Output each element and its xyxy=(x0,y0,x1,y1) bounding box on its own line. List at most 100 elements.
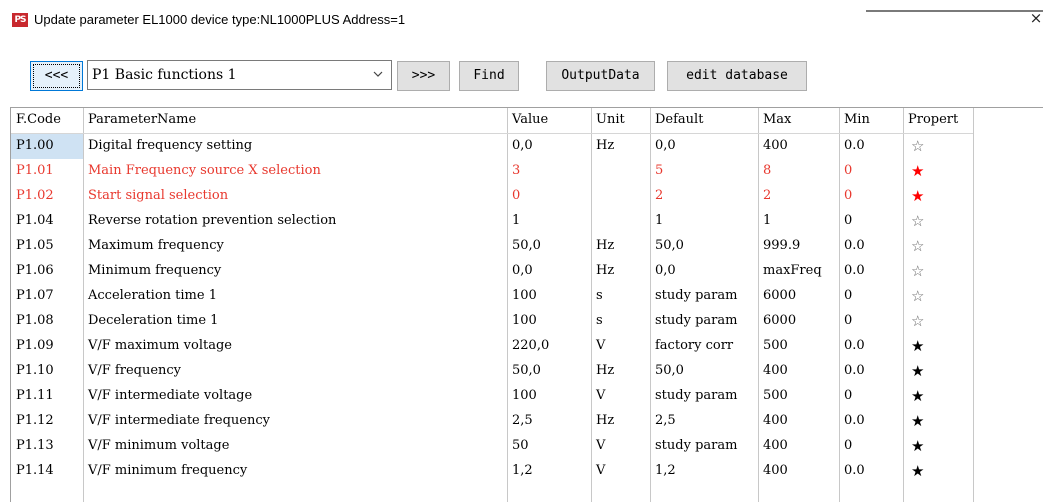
parameter-name-cell[interactable]: V/F maximum voltage xyxy=(83,334,507,359)
table-row[interactable]: P1.09 V/F maximum voltage 220,0 Vfactory co… xyxy=(11,334,1043,359)
default-cell[interactable]: 50,0 xyxy=(650,359,758,384)
parameter-name-cell[interactable]: Reverse rotation prevention selection xyxy=(83,209,507,234)
unit-cell[interactable] xyxy=(591,209,650,234)
unit-cell[interactable] xyxy=(591,184,650,209)
table-row[interactable]: P1.13 V/F minimum voltage 50 Vstudy param 40… xyxy=(11,434,1043,459)
fcode-cell[interactable]: P1.10 xyxy=(11,359,83,384)
star-outline-icon[interactable]: ☆ xyxy=(903,284,973,309)
star-outline-icon[interactable]: ☆ xyxy=(903,209,973,234)
table-row[interactable]: P1.12 V/F intermediate frequency 2,5 Hz 2,5 4… xyxy=(11,409,1043,434)
unit-cell[interactable]: Hz xyxy=(591,234,650,259)
default-cell[interactable]: 0,0 xyxy=(650,134,758,159)
max-cell[interactable]: 400 xyxy=(758,409,839,434)
edit-database-button[interactable]: edit database xyxy=(667,61,807,91)
unit-cell[interactable]: s xyxy=(591,284,650,309)
chevron-down-icon[interactable] xyxy=(373,66,383,85)
min-cell[interactable]: 0.0 xyxy=(839,409,903,434)
value-cell[interactable]: 2,5 xyxy=(507,409,591,434)
value-cell[interactable]: 50,0 xyxy=(507,234,591,259)
fcode-cell[interactable]: P1.01 xyxy=(11,159,83,184)
min-cell[interactable]: 0.0 xyxy=(839,359,903,384)
parameter-table[interactable]: F.Code ParameterName Value Unit Default … xyxy=(10,107,1043,502)
default-cell[interactable]: 5 xyxy=(650,159,758,184)
value-cell[interactable]: 100 xyxy=(507,284,591,309)
unit-cell[interactable]: Hz xyxy=(591,359,650,384)
parameter-name-cell[interactable]: Maximum frequency xyxy=(83,234,507,259)
header-max[interactable]: Max xyxy=(758,108,839,133)
header-fcode[interactable]: F.Code xyxy=(11,108,83,133)
default-cell[interactable]: study param xyxy=(650,384,758,409)
fcode-cell[interactable]: P1.06 xyxy=(11,259,83,284)
default-cell[interactable]: 2 xyxy=(650,184,758,209)
header-value[interactable]: Value xyxy=(507,108,591,133)
value-cell[interactable]: 100 xyxy=(507,384,591,409)
table-row[interactable]: P1.10 V/F frequency 50,0 Hz 50,0 400 0.0 ★ xyxy=(11,359,1043,384)
fcode-cell[interactable]: P1.09 xyxy=(11,334,83,359)
min-cell[interactable]: 0.0 xyxy=(839,259,903,284)
min-cell[interactable]: 0 xyxy=(839,309,903,334)
star-solid-icon[interactable]: ★ xyxy=(903,359,973,384)
default-cell[interactable]: study param xyxy=(650,284,758,309)
max-cell[interactable]: maxFreq xyxy=(758,259,839,284)
table-row[interactable]: P1.04 Reverse rotation prevention selecti… xyxy=(11,209,1043,234)
fcode-cell[interactable]: P1.05 xyxy=(11,234,83,259)
fcode-cell[interactable]: P1.08 xyxy=(11,309,83,334)
value-cell[interactable]: 1 xyxy=(507,209,591,234)
default-cell[interactable]: 0,0 xyxy=(650,259,758,284)
parameter-name-cell[interactable]: Minimum frequency xyxy=(83,259,507,284)
default-cell[interactable]: study param xyxy=(650,309,758,334)
value-cell[interactable]: 50,0 xyxy=(507,359,591,384)
min-cell[interactable]: 0 xyxy=(839,434,903,459)
previous-group-button[interactable]: <<< xyxy=(30,61,83,91)
min-cell[interactable]: 0 xyxy=(839,284,903,309)
default-cell[interactable]: 2,5 xyxy=(650,409,758,434)
star-outline-icon[interactable]: ☆ xyxy=(903,134,973,159)
max-cell[interactable]: 400 xyxy=(758,459,839,484)
max-cell[interactable]: 500 xyxy=(758,384,839,409)
max-cell[interactable]: 1 xyxy=(758,209,839,234)
min-cell[interactable]: 0.0 xyxy=(839,134,903,159)
parameter-name-cell[interactable]: V/F minimum frequency xyxy=(83,459,507,484)
min-cell[interactable]: 0.0 xyxy=(839,334,903,359)
min-cell[interactable]: 0 xyxy=(839,184,903,209)
parameter-name-cell[interactable]: V/F intermediate voltage xyxy=(83,384,507,409)
header-parameter-name[interactable]: ParameterName xyxy=(83,108,507,133)
fcode-cell[interactable]: P1.04 xyxy=(11,209,83,234)
table-row[interactable]: P1.06 Minimum frequency 0,0 Hz 0,0 maxFreq 0.0… xyxy=(11,259,1043,284)
star-solid-icon[interactable]: ★ xyxy=(903,409,973,434)
default-cell[interactable]: factory corr xyxy=(650,334,758,359)
star-outline-icon[interactable]: ☆ xyxy=(903,309,973,334)
unit-cell[interactable]: Hz xyxy=(591,409,650,434)
min-cell[interactable]: 0 xyxy=(839,159,903,184)
unit-cell[interactable]: s xyxy=(591,309,650,334)
unit-cell[interactable] xyxy=(591,159,650,184)
star-solid-icon[interactable]: ★ xyxy=(903,384,973,409)
close-icon[interactable]: × xyxy=(1029,6,1043,30)
value-cell[interactable]: 220,0 xyxy=(507,334,591,359)
output-data-button[interactable]: OutputData xyxy=(546,61,655,91)
parameter-name-cell[interactable]: V/F frequency xyxy=(83,359,507,384)
parameter-name-cell[interactable]: Deceleration time 1 xyxy=(83,309,507,334)
unit-cell[interactable]: V xyxy=(591,459,650,484)
fcode-cell[interactable]: P1.02 xyxy=(11,184,83,209)
star-solid-icon[interactable]: ★ xyxy=(903,334,973,359)
unit-cell[interactable]: V xyxy=(591,434,650,459)
star-outline-icon[interactable]: ☆ xyxy=(903,234,973,259)
star-solid-icon[interactable]: ★ xyxy=(903,159,973,184)
header-unit[interactable]: Unit xyxy=(591,108,650,133)
parameter-name-cell[interactable]: Main Frequency source X selection xyxy=(83,159,507,184)
value-cell[interactable]: 0 xyxy=(507,184,591,209)
next-group-button[interactable]: >>> xyxy=(397,61,450,91)
parameter-name-cell[interactable]: V/F intermediate frequency xyxy=(83,409,507,434)
table-row[interactable]: P1.01 Main Frequency source X selection 3 5… xyxy=(11,159,1043,184)
fcode-cell[interactable]: P1.00 xyxy=(11,134,83,159)
header-min[interactable]: Min xyxy=(839,108,903,133)
table-row[interactable]: P1.05 Maximum frequency 50,0 Hz 50,0 999.9 0.0… xyxy=(11,234,1043,259)
max-cell[interactable]: 999.9 xyxy=(758,234,839,259)
max-cell[interactable]: 8 xyxy=(758,159,839,184)
fcode-cell[interactable]: P1.11 xyxy=(11,384,83,409)
max-cell[interactable]: 6000 xyxy=(758,309,839,334)
max-cell[interactable]: 2 xyxy=(758,184,839,209)
find-button[interactable]: Find xyxy=(459,61,519,91)
unit-cell[interactable]: Hz xyxy=(591,134,650,159)
